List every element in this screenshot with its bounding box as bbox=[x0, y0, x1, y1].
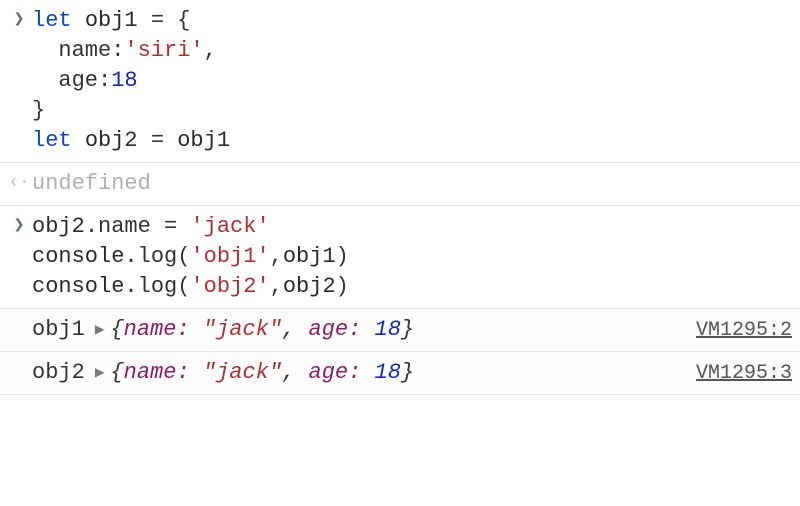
console-input-entry[interactable]: ❯ let obj1 = { name:'siri', age:18 } let… bbox=[0, 0, 800, 163]
console-result-entry: ‹· undefined bbox=[0, 163, 800, 206]
log-gutter bbox=[6, 358, 32, 361]
console-input-entry[interactable]: ❯ obj2.name = 'jack' console.log('obj1',… bbox=[0, 206, 800, 309]
expand-triangle-icon[interactable]: ▶ bbox=[95, 358, 105, 388]
input-code-block: let obj1 = { name:'siri', age:18 } let o… bbox=[32, 6, 792, 156]
input-prompt-icon: ❯ bbox=[14, 9, 25, 31]
input-code-block: obj2.name = 'jack' console.log('obj1',ob… bbox=[32, 212, 792, 302]
log-content: obj1▶{name: "jack", age: 18} bbox=[32, 315, 676, 345]
console-log-entry: obj2▶{name: "jack", age: 18} VM1295:3 bbox=[0, 352, 800, 395]
log-content: obj2▶{name: "jack", age: 18} bbox=[32, 358, 676, 388]
log-label: obj1 bbox=[32, 317, 85, 342]
expand-triangle-icon[interactable]: ▶ bbox=[95, 315, 105, 345]
output-prefix-gutter: ‹· bbox=[6, 169, 32, 194]
console-log-entry: obj1▶{name: "jack", age: 18} VM1295:2 bbox=[0, 309, 800, 352]
output-prefix-icon: ‹· bbox=[8, 172, 30, 194]
log-label: obj2 bbox=[32, 360, 85, 385]
source-link[interactable]: VM1295:2 bbox=[696, 319, 792, 342]
input-prompt-gutter: ❯ bbox=[6, 6, 32, 31]
source-link[interactable]: VM1295:3 bbox=[696, 362, 792, 385]
input-prompt-icon: ❯ bbox=[14, 215, 25, 237]
result-value: undefined bbox=[32, 169, 792, 199]
devtools-console: ❯ let obj1 = { name:'siri', age:18 } let… bbox=[0, 0, 800, 395]
input-prompt-gutter: ❯ bbox=[6, 212, 32, 237]
log-gutter bbox=[6, 315, 32, 318]
